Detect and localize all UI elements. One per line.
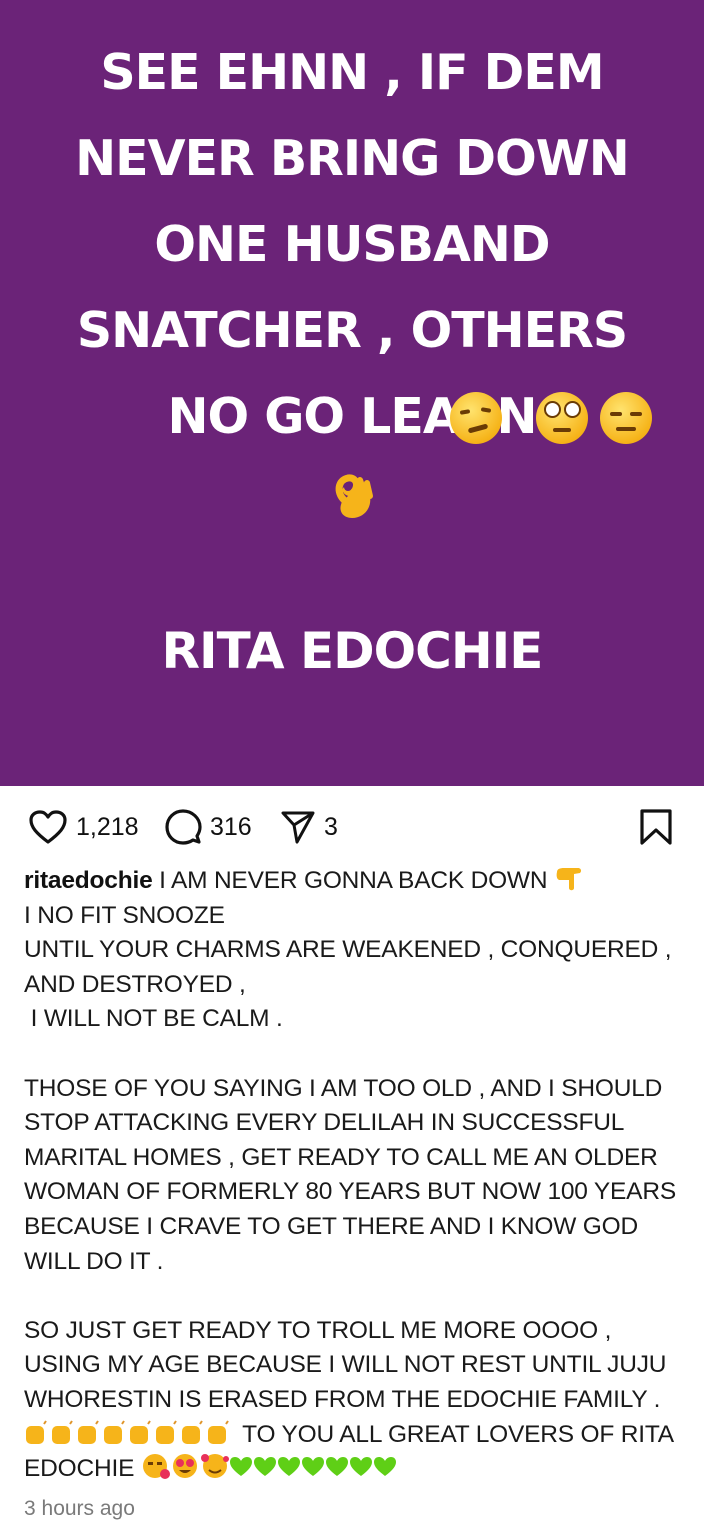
share-icon (281, 811, 315, 844)
caption-praise-line: TO YOU ALL GREAT LOVERS OF RITA (236, 1420, 674, 1448)
share-count: 3 (324, 812, 338, 841)
post-signature: RITA EDOCHIE (161, 622, 544, 680)
expressionless-face-icon (600, 392, 652, 444)
caption-last-line: EDOCHIE (24, 1455, 141, 1483)
share-button[interactable]: 3 (280, 800, 338, 854)
comment-button[interactable]: 316 (164, 800, 252, 854)
green-heart-icon (229, 1457, 396, 1477)
heart-eyes-icon (172, 1454, 197, 1479)
post-image[interactable]: SEE EHNN , IF DEM NEVER BRING DOWN ONE H… (0, 0, 704, 786)
like-button[interactable]: 1,218 (28, 800, 139, 854)
ok-hand-icon (335, 474, 373, 518)
smirking-face-icon (450, 392, 502, 444)
smiling-face-with-hearts-icon (200, 1454, 229, 1479)
caption-username[interactable]: ritaedochie (24, 867, 153, 894)
post-caption: ritaedochie I AM NEVER GONNA BACK DOWN I… (24, 864, 688, 1487)
headline-emoji-row (0, 392, 704, 444)
caption-first-line: I AM NEVER GONNA BACK DOWN (152, 867, 554, 894)
bookmark-icon (640, 809, 672, 845)
comment-count: 316 (210, 812, 252, 841)
bookmark-button[interactable] (638, 800, 674, 854)
caption-body: I NO FIT SNOOZE UNTIL YOUR CHARMS ARE WE… (24, 901, 676, 1413)
post-actions-bar: 1,218 316 3 (0, 800, 704, 854)
face-blowing-kiss-icon (142, 1454, 170, 1480)
face-with-rolling-eyes-icon (536, 392, 588, 444)
comment-icon (165, 809, 202, 845)
post-timestamp: 3 hours ago (24, 1497, 135, 1520)
like-count: 1,218 (76, 812, 139, 841)
reaction-emoji-group (142, 1454, 396, 1480)
raising-hands-icon (26, 1419, 229, 1444)
heart-icon (29, 810, 67, 844)
backhand-index-pointing-down-icon (556, 868, 581, 891)
